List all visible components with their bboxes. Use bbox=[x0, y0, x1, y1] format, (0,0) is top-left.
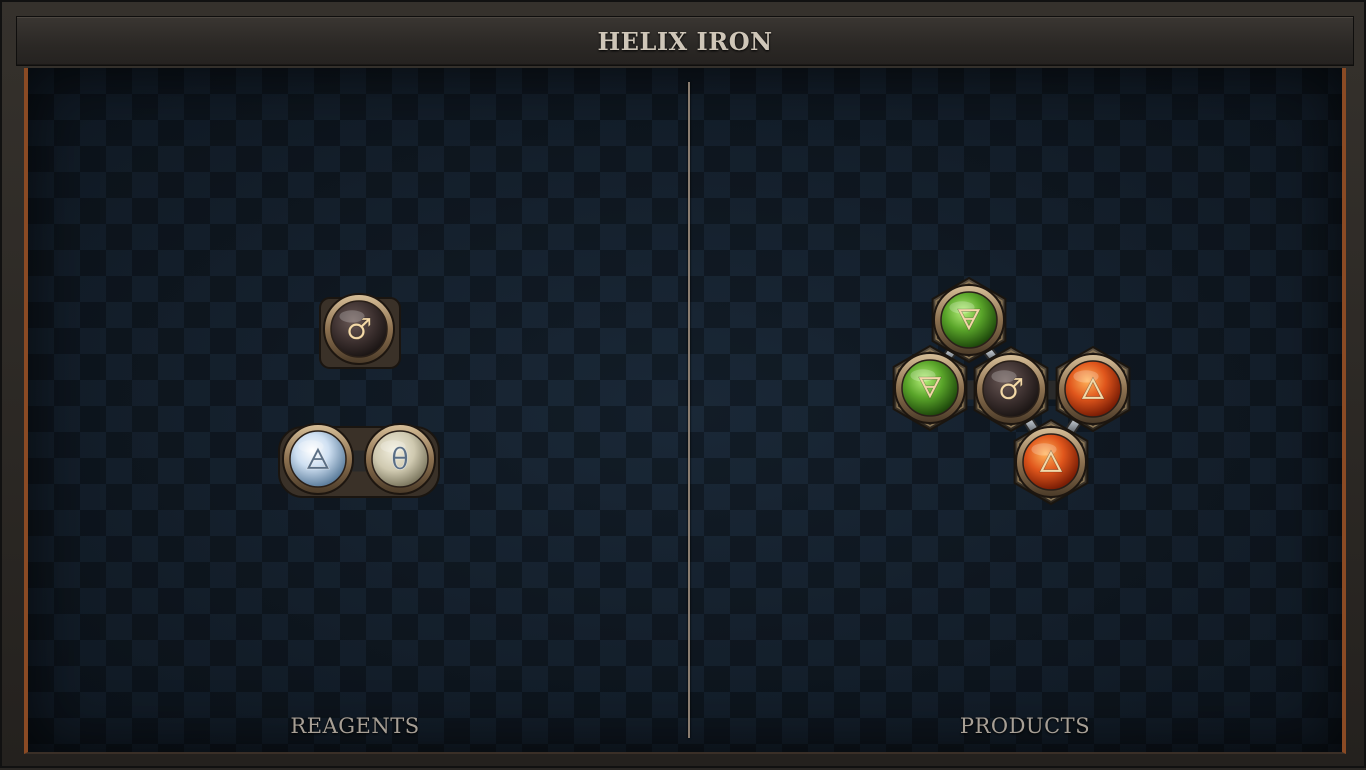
earth-symbol-icon: 🜃 bbox=[956, 303, 982, 337]
fire-symbol-icon: 🜂 bbox=[1080, 372, 1106, 406]
molecules-layer: ♂🜁 θ🜃🜃 ♂ 🜂🜂 bbox=[278, 276, 1131, 506]
iron-symbol-icon: ♂ bbox=[346, 312, 372, 346]
iron-atom[interactable]: ♂ bbox=[323, 293, 395, 365]
game-frame: HELIX IRON REAGENTS PRODUCTS ♂ 🜁 θ 🜃 🜃 ♂… bbox=[0, 0, 1366, 768]
fire-atom[interactable]: 🜂 bbox=[1013, 418, 1089, 506]
earth-atom[interactable]: 🜃 bbox=[931, 276, 1007, 364]
fire-symbol-icon: 🜂 bbox=[1038, 445, 1064, 479]
salt-atom[interactable]: θ bbox=[364, 423, 436, 495]
earth-symbol-icon: 🜃 bbox=[917, 371, 943, 405]
fire-atom[interactable]: 🜂 bbox=[1055, 345, 1131, 433]
iron-symbol-icon: ♂ bbox=[998, 372, 1024, 406]
iron-reagent[interactable]: ♂ bbox=[319, 293, 401, 369]
air-symbol-icon: 🜁 bbox=[305, 442, 331, 476]
salt-symbol-icon: θ bbox=[391, 442, 409, 476]
helix-iron-product[interactable]: 🜃 🜃 ♂ 🜂 🜂 bbox=[892, 276, 1131, 506]
air-salt-reagent[interactable]: 🜁 θ bbox=[278, 423, 440, 498]
air-atom[interactable]: 🜁 bbox=[282, 423, 354, 495]
earth-atom[interactable]: 🜃 bbox=[892, 344, 968, 432]
iron-atom[interactable]: ♂ bbox=[973, 345, 1049, 433]
